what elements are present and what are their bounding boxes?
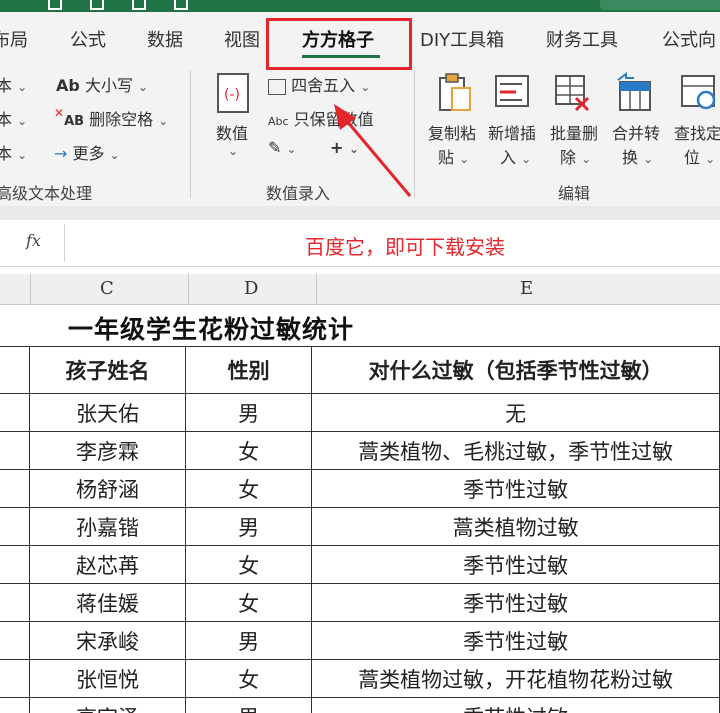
header-gender[interactable]: 性别 <box>185 346 313 394</box>
table-row: 张天佑男无 <box>0 393 720 432</box>
formula-value: 百度它，即可下载安装 <box>305 235 505 259</box>
fx-icon[interactable]: fx <box>26 231 41 250</box>
column-header-d[interactable]: D <box>244 278 258 299</box>
cell-gender[interactable]: 女 <box>185 659 313 698</box>
cell-allergy[interactable]: 季节性过敏 <box>311 621 720 660</box>
table-row: 蒋佳媛女季节性过敏 <box>0 583 720 622</box>
table-row: 孙嘉锴男蒿类植物过敏 <box>0 507 720 546</box>
cell-name[interactable]: 孙嘉锴 <box>28 507 187 546</box>
row-gutter-cell[interactable] <box>0 545 30 584</box>
cell-allergy[interactable]: 季节性过敏 <box>311 545 720 584</box>
cell-allergy[interactable]: 无 <box>311 393 720 432</box>
formula-input[interactable]: 百度它，即可下载安装 <box>64 224 720 262</box>
table-row: 赵芯苒女季节性过敏 <box>0 545 720 584</box>
cell-name[interactable]: 杨舒涵 <box>28 469 187 508</box>
cell-gender[interactable]: 男 <box>185 507 313 546</box>
table-row: 高宇泽男季节性过敏 <box>0 697 720 713</box>
row-gutter-cell[interactable] <box>0 431 30 470</box>
data-table: 孩子姓名 性别 对什么过敏（包括季节性过敏） 张天佑男无李彦霖女蒿类植物、毛桃过… <box>0 346 720 713</box>
cell-gender[interactable]: 男 <box>185 393 313 432</box>
cell-gender[interactable]: 女 <box>185 545 313 584</box>
cell-gender[interactable]: 女 <box>185 431 313 470</box>
cell-name[interactable]: 赵芯苒 <box>28 545 187 584</box>
column-header-bar: C D E <box>0 274 720 305</box>
row-gutter-cell[interactable] <box>0 621 30 660</box>
cell-name[interactable]: 蒋佳媛 <box>28 583 187 622</box>
column-header-c[interactable]: C <box>100 278 114 299</box>
worksheet-grid[interactable]: 一年级学生花粉过敏统计 孩子姓名 性别 对什么过敏（包括季节性过敏） 张天佑男无… <box>0 304 720 713</box>
cell-allergy[interactable]: 季节性过敏 <box>311 469 720 508</box>
cell-name[interactable]: 张恒悦 <box>28 659 187 698</box>
column-header-e[interactable]: E <box>520 278 533 299</box>
header-allergy[interactable]: 对什么过敏（包括季节性过敏） <box>311 346 720 394</box>
cell-allergy[interactable]: 蒿类植物、毛桃过敏，季节性过敏 <box>311 431 720 470</box>
row-gutter-cell[interactable] <box>0 697 30 713</box>
cell-name[interactable]: 张天佑 <box>28 393 187 432</box>
cell-allergy[interactable]: 蒿类植物过敏，开花植物花粉过敏 <box>311 659 720 698</box>
cell-gender[interactable]: 男 <box>185 697 313 713</box>
row-gutter-cell[interactable] <box>0 583 30 622</box>
cell-gender[interactable]: 女 <box>185 469 313 508</box>
cell-gender[interactable]: 女 <box>185 583 313 622</box>
table-row: 杨舒涵女季节性过敏 <box>0 469 720 508</box>
cell-name[interactable]: 李彦霖 <box>28 431 187 470</box>
cell-name[interactable]: 宋承峻 <box>28 621 187 660</box>
row-gutter-cell[interactable] <box>0 393 30 432</box>
cell-allergy[interactable]: 季节性过敏 <box>311 697 720 713</box>
sheet-title: 一年级学生花粉过敏统计 <box>68 315 355 344</box>
formula-bar: fx 百度它，即可下载安装 <box>0 220 720 267</box>
table-row: 张恒悦女蒿类植物过敏，开花植物花粉过敏 <box>0 659 720 698</box>
table-row: 宋承峻男季节性过敏 <box>0 621 720 660</box>
cell-name[interactable]: 高宇泽 <box>28 697 187 713</box>
cell-allergy[interactable]: 蒿类植物过敏 <box>311 507 720 546</box>
cell-gender[interactable]: 男 <box>185 621 313 660</box>
row-gutter-cell[interactable] <box>0 659 30 698</box>
cell-allergy[interactable]: 季节性过敏 <box>311 583 720 622</box>
row-gutter-cell[interactable] <box>0 507 30 546</box>
row-gutter-cell[interactable] <box>0 469 30 508</box>
header-name[interactable]: 孩子姓名 <box>28 346 187 394</box>
table-row: 李彦霖女蒿类植物、毛桃过敏，季节性过敏 <box>0 431 720 470</box>
table-header-row: 孩子姓名 性别 对什么过敏（包括季节性过敏） <box>0 346 720 394</box>
